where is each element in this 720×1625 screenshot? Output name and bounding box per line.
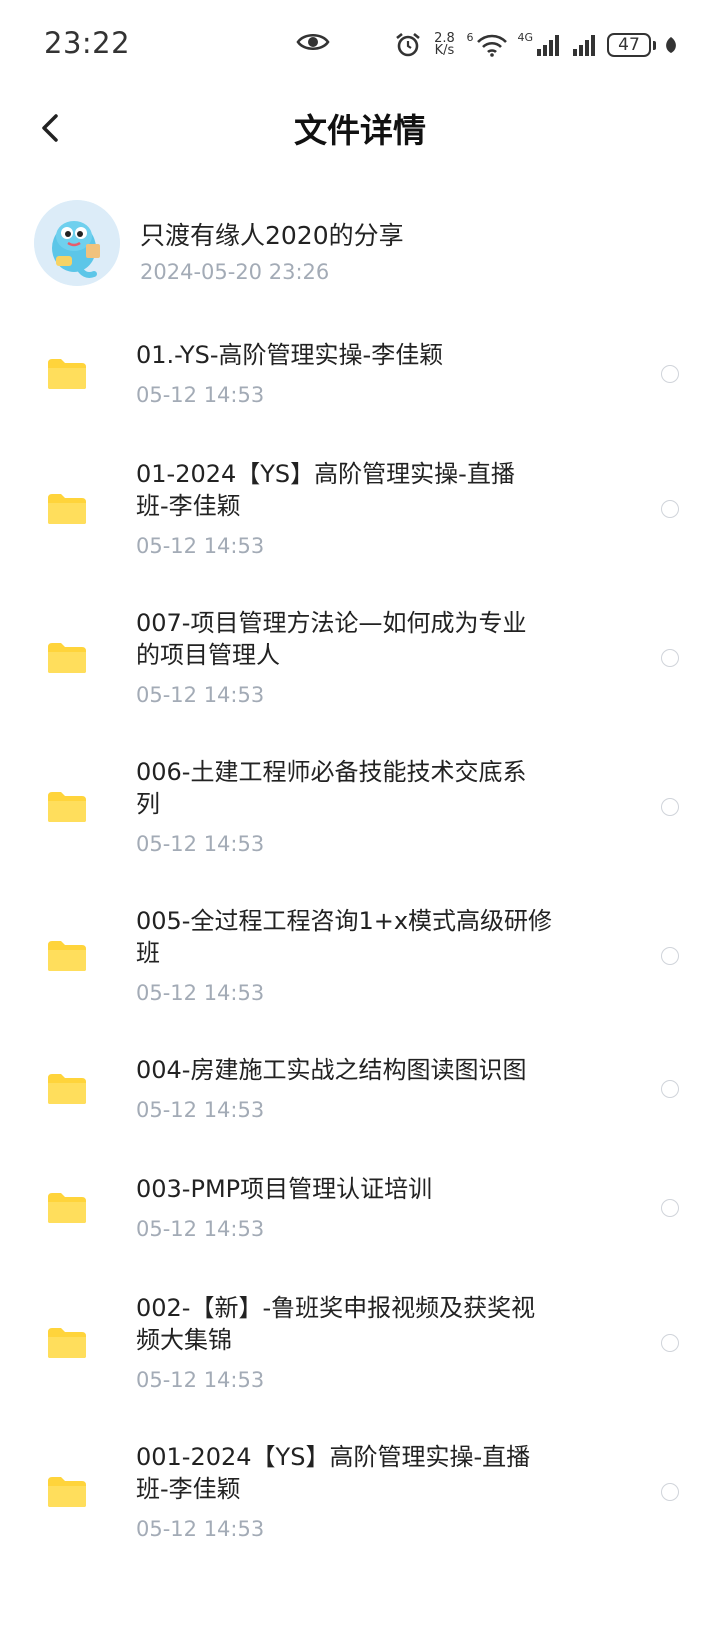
share-time: 2024-05-20 23:26 <box>140 260 330 284</box>
file-time: 05-12 14:53 <box>136 534 265 558</box>
status-time: 23:22 <box>44 26 131 60</box>
file-item[interactable]: 005-全过程工程咨询1+x模式高级研修班 05-12 14:53 <box>0 905 720 1007</box>
file-name-line: 班-李佳颖 <box>136 492 241 520</box>
file-item[interactable]: 007-项目管理方法论—如何成为专业 的项目管理人 05-12 14:53 <box>0 607 720 709</box>
file-time: 05-12 14:53 <box>136 1217 265 1241</box>
wifi-icon <box>477 34 508 57</box>
folder-icon <box>48 1328 86 1358</box>
signal-icon-1 <box>537 35 559 56</box>
file-time: 05-12 14:53 <box>136 1368 265 1392</box>
select-radio[interactable] <box>661 947 679 965</box>
network-speed: 2.8 K/s <box>430 32 458 58</box>
file-name: 002-【新】-鲁班奖申报视频及获奖视 频大集锦 <box>136 1292 586 1356</box>
folder-icon <box>48 359 86 389</box>
folder-icon <box>48 1477 86 1507</box>
folder-icon <box>48 643 86 673</box>
file-name-line: 002-【新】-鲁班奖申报视频及获奖视 <box>136 1294 536 1322</box>
select-radio[interactable] <box>661 500 679 518</box>
file-name: 01-2024【YS】高阶管理实操-直播 班-李佳颖 <box>136 458 586 522</box>
battery-cap <box>653 40 656 50</box>
file-name: 003-PMP项目管理认证培训 <box>136 1173 586 1205</box>
file-item[interactable]: 01-2024【YS】高阶管理实操-直播 班-李佳颖 05-12 14:53 <box>0 458 720 560</box>
select-radio[interactable] <box>661 649 679 667</box>
file-item[interactable]: 01.-YS-高阶管理实操-李佳颖 05-12 14:53 <box>0 339 720 409</box>
folder-icon <box>48 941 86 971</box>
folder-icon <box>48 494 86 524</box>
file-name: 004-房建施工实战之结构图读图识图 <box>136 1054 586 1086</box>
file-name: 01.-YS-高阶管理实操-李佳颖 <box>136 339 586 371</box>
alarm-icon <box>396 32 421 57</box>
mascot-avatar-icon <box>34 200 120 286</box>
file-time: 05-12 14:53 <box>136 1517 265 1541</box>
select-radio[interactable] <box>661 798 679 816</box>
select-radio[interactable] <box>661 1080 679 1098</box>
signal-icon-2 <box>573 35 595 56</box>
file-name-line: 003-PMP项目管理认证培训 <box>136 1175 433 1203</box>
file-name-line: 005-全过程工程咨询1+x模式高级研修 <box>136 907 553 935</box>
avatar[interactable] <box>34 200 120 286</box>
select-radio[interactable] <box>661 1199 679 1217</box>
file-name-line: 列 <box>136 790 160 818</box>
select-radio[interactable] <box>661 1334 679 1352</box>
file-item[interactable]: 003-PMP项目管理认证培训 05-12 14:53 <box>0 1173 720 1243</box>
file-name: 001-2024【YS】高阶管理实操-直播 班-李佳颖 <box>136 1441 586 1505</box>
folder-icon <box>48 792 86 822</box>
status-bar: 23:22 2.8 K/s 6 4G 47 <box>0 0 720 90</box>
share-info: 只渡有缘人2020的分享 2024-05-20 23:26 <box>34 200 684 300</box>
sharer-name: 只渡有缘人2020的分享 <box>140 221 404 250</box>
status-icons: 2.8 K/s 6 4G 47 <box>394 28 678 62</box>
network-speed-unit: K/s <box>434 43 455 58</box>
file-name: 006-土建工程师必备技能技术交底系列 <box>136 756 586 820</box>
file-name-line: 006-土建工程师必备技能技术交底系 <box>136 758 527 786</box>
select-radio[interactable] <box>661 1483 679 1501</box>
file-name-line: 01.-YS-高阶管理实操-李佳颖 <box>136 341 444 369</box>
file-name-line: 班-李佳颖 <box>136 1475 241 1503</box>
navigation-bar: 文件详情 <box>0 90 720 170</box>
battery-level: 47 <box>607 33 651 57</box>
network-type: 4G <box>517 30 533 44</box>
file-time: 05-12 14:53 <box>136 981 265 1005</box>
file-name-line: 班 <box>136 939 160 967</box>
file-name: 005-全过程工程咨询1+x模式高级研修班 <box>136 905 586 969</box>
file-time: 05-12 14:53 <box>136 383 265 407</box>
file-item[interactable]: 006-土建工程师必备技能技术交底系列 05-12 14:53 <box>0 756 720 858</box>
file-name-line: 01-2024【YS】高阶管理实操-直播 <box>136 460 515 488</box>
file-time: 05-12 14:53 <box>136 1098 265 1122</box>
file-time: 05-12 14:53 <box>136 683 265 707</box>
file-name: 007-项目管理方法论—如何成为专业 的项目管理人 <box>136 607 586 671</box>
file-time: 05-12 14:53 <box>136 832 265 856</box>
eye-icon <box>296 33 330 51</box>
folder-icon <box>48 1074 86 1104</box>
file-item[interactable]: 002-【新】-鲁班奖申报视频及获奖视 频大集锦 05-12 14:53 <box>0 1292 720 1394</box>
wifi-tag: 6 <box>466 30 474 44</box>
file-name-line: 的项目管理人 <box>136 641 280 669</box>
select-radio[interactable] <box>661 365 679 383</box>
file-item[interactable]: 001-2024【YS】高阶管理实操-直播 班-李佳颖 05-12 14:53 <box>0 1441 720 1543</box>
file-name-line: 007-项目管理方法论—如何成为专业 <box>136 609 527 637</box>
battery-indicator: 47 <box>607 33 656 57</box>
folder-icon <box>48 1193 86 1223</box>
file-item[interactable]: 004-房建施工实战之结构图读图识图 05-12 14:53 <box>0 1054 720 1124</box>
leaf-icon <box>666 37 676 53</box>
page-title: 文件详情 <box>294 111 426 150</box>
file-name-line: 001-2024【YS】高阶管理实操-直播 <box>136 1443 531 1471</box>
file-name-line: 频大集锦 <box>136 1326 232 1354</box>
file-name-line: 004-房建施工实战之结构图读图识图 <box>136 1056 527 1084</box>
